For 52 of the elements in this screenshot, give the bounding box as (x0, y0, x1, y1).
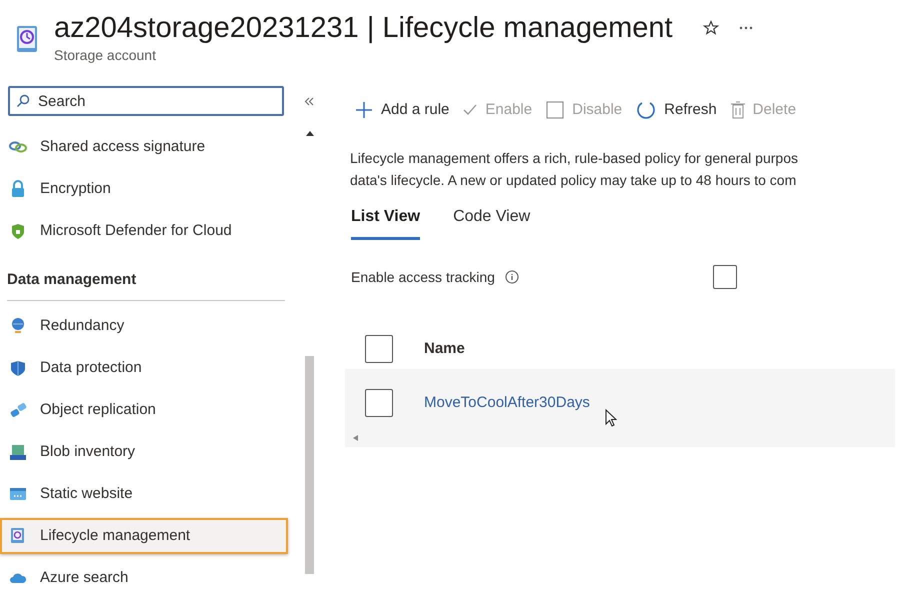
toolbar-button[interactable]: Refresh (636, 98, 717, 122)
scrollbar-thumb[interactable] (305, 356, 314, 574)
checkbox[interactable] (712, 265, 737, 289)
star-icon[interactable] (702, 20, 719, 36)
more-icon[interactable] (738, 26, 753, 30)
refresh-icon (636, 100, 656, 120)
inventory-icon (9, 444, 27, 460)
tab[interactable]: Code View (453, 205, 530, 240)
scroll-up-icon[interactable] (306, 130, 314, 136)
shield-icon (11, 222, 25, 240)
website-icon (9, 487, 27, 501)
globe-icon (10, 317, 26, 335)
toolbar-button[interactable]: Add a rule (355, 98, 450, 122)
section-header: Data management (7, 271, 136, 288)
nav-item[interactable]: Blob inventory (0, 434, 288, 470)
page-title: az204storage20231231 | Lifecycle management (54, 11, 673, 46)
checkbox[interactable] (365, 335, 393, 363)
page-subtitle: Storage account (54, 46, 157, 65)
nav-item[interactable]: Lifecycle management (0, 518, 288, 554)
cloud-icon (9, 572, 27, 584)
nav-item[interactable]: Encryption (0, 171, 288, 207)
nav-item[interactable]: Data protection (0, 350, 288, 386)
search-icon (16, 94, 30, 108)
trash-icon (730, 101, 745, 119)
lock-icon (11, 180, 25, 198)
nav-item[interactable]: Object replication (0, 392, 288, 428)
column-header[interactable]: Name (424, 338, 465, 360)
checkbox[interactable] (365, 389, 393, 417)
collapse-icon[interactable] (304, 96, 314, 106)
nav-item[interactable]: Shared access signature (0, 129, 288, 165)
search-field[interactable]: Search (8, 86, 284, 116)
plus-icon (355, 101, 373, 119)
nav-item[interactable]: Azure search (0, 560, 288, 592)
checkmark-icon (463, 104, 478, 116)
link-icon (9, 140, 27, 154)
link-icon (10, 402, 26, 418)
description-text: data's lifecycle. A new or updated policy may take up to 48 hours to com (350, 171, 798, 190)
nav-item[interactable]: Microsoft Defender for Cloud (0, 213, 288, 249)
scroll-left-icon[interactable] (353, 435, 358, 441)
clock-document-icon (14, 24, 40, 54)
nav-item[interactable]: Redundancy (0, 308, 288, 344)
checkbox-icon (546, 101, 564, 119)
description-text: Lifecycle management offers a rich, rule-based policy for general purpos (350, 149, 799, 168)
cursor-icon (605, 409, 617, 427)
table-row[interactable]: MoveToCoolAfter30Days (345, 369, 895, 447)
rule-link[interactable]: MoveToCoolAfter30Days (424, 392, 590, 414)
nav-item[interactable]: Static website (0, 476, 288, 512)
info-icon[interactable] (504, 270, 519, 284)
tab[interactable]: List View (351, 205, 420, 240)
setting-label: Enable access tracking (351, 268, 495, 287)
clock-document-icon (9, 527, 27, 545)
shield-icon (10, 360, 26, 376)
